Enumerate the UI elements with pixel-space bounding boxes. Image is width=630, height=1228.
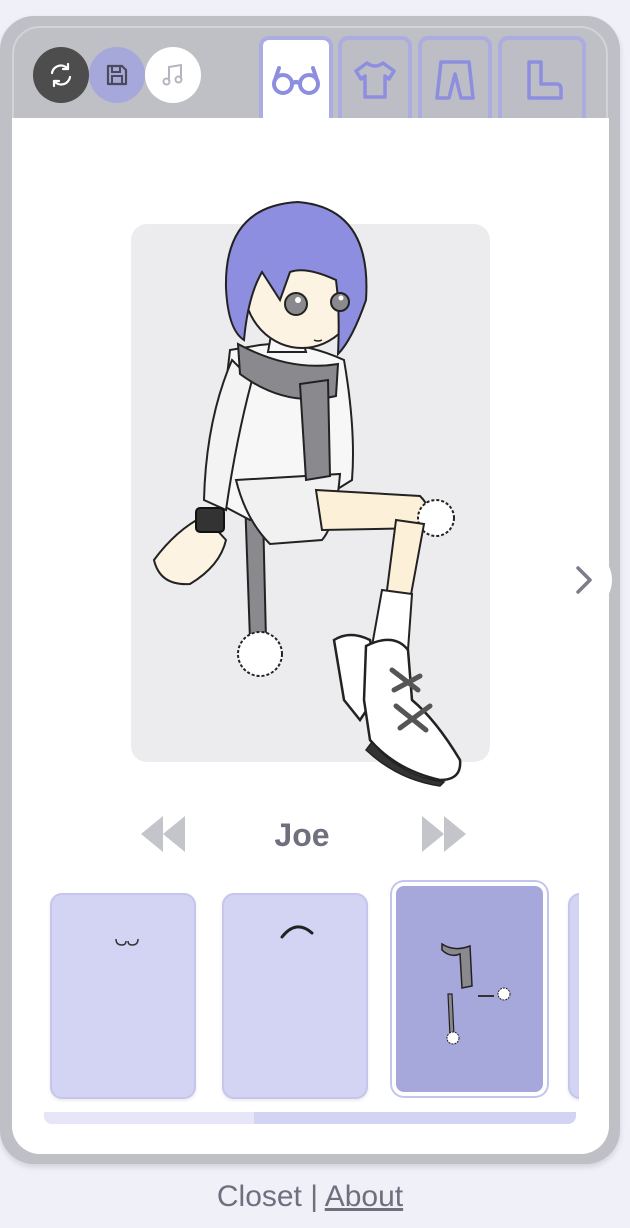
- scrollbar-thumb[interactable]: [44, 1112, 254, 1124]
- refresh-button[interactable]: [33, 47, 89, 103]
- next-character-button[interactable]: [540, 548, 612, 612]
- save-button[interactable]: [89, 47, 145, 103]
- carousel-scrollbar[interactable]: [44, 1112, 576, 1124]
- music-button[interactable]: [145, 47, 201, 103]
- boot-icon: [527, 60, 563, 100]
- about-link[interactable]: About: [325, 1180, 403, 1213]
- previous-name-button[interactable]: [137, 812, 187, 861]
- glasses-item-thumbnail: [115, 938, 139, 946]
- pants-icon: [435, 60, 475, 100]
- tab-accessories[interactable]: [259, 36, 333, 120]
- refresh-icon: [50, 62, 72, 88]
- item-card[interactable]: [222, 893, 368, 1099]
- glasses-icon: [272, 66, 320, 95]
- shirt-icon: [354, 61, 396, 99]
- music-note-icon: [162, 63, 183, 86]
- footer-closet-label: Closet: [216, 1180, 302, 1213]
- scarf-item-thumbnail: [441, 942, 511, 1045]
- next-name-button[interactable]: [420, 812, 470, 861]
- tab-bottoms[interactable]: [418, 36, 492, 120]
- rewind-icon: [141, 816, 185, 852]
- character-name: Joe: [274, 817, 330, 853]
- tab-tops[interactable]: [338, 36, 412, 120]
- footer-separator: |: [301, 1180, 325, 1213]
- character-illustration: [152, 200, 462, 787]
- fast-forward-icon: [422, 816, 466, 852]
- tab-shoes[interactable]: [498, 36, 586, 120]
- save-icon: [106, 64, 128, 86]
- item-card[interactable]: [568, 893, 579, 1099]
- item-card-selected[interactable]: [392, 882, 547, 1096]
- item-card[interactable]: [50, 893, 196, 1099]
- item-carousel: [44, 876, 579, 1102]
- chevron-right-icon: [576, 566, 592, 594]
- hat-item-thumbnail: [280, 925, 314, 939]
- footer: Closet | About: [0, 1177, 620, 1217]
